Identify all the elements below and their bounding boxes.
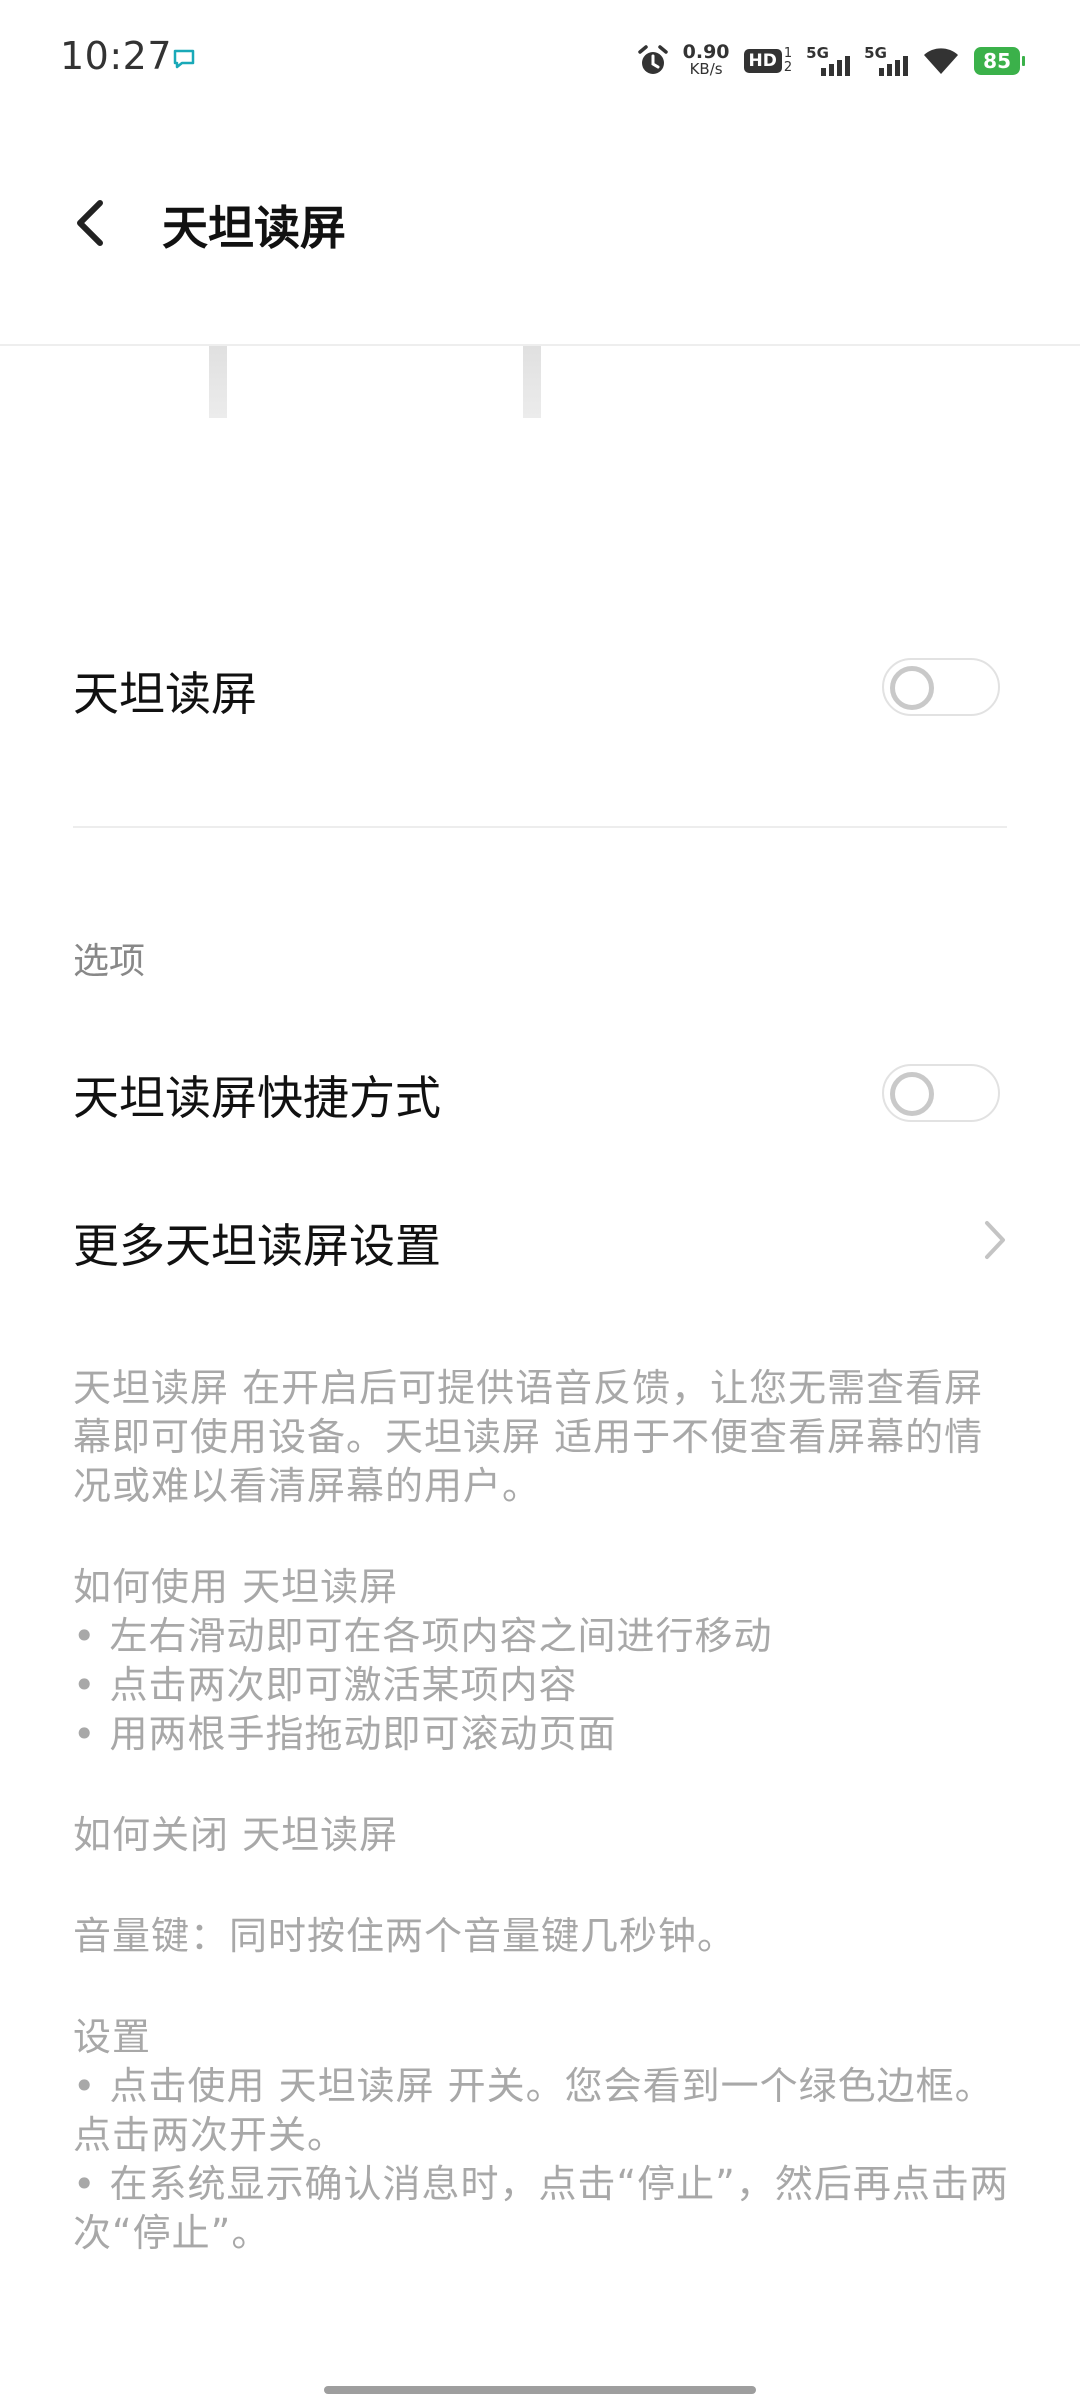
network-speed: 0.90 KB/s xyxy=(682,41,730,78)
illustration-edge-left xyxy=(209,346,227,418)
wifi-icon xyxy=(924,48,959,74)
home-indicator[interactable] xyxy=(324,2386,756,2394)
settings-item: • 在系统显示确认消息时，点击“停止”，然后再点击两次“停止”。 xyxy=(73,2162,1009,2255)
hd-sim-bottom: 2 xyxy=(783,60,793,75)
description-text: 天坦读屏 在开启后可提供语音反馈，让您无需查看屏幕即可使用设备。天坦读屏 适用于… xyxy=(73,1364,1013,2258)
illustration-edge-right xyxy=(523,346,541,418)
shortcut-switch[interactable] xyxy=(882,1064,1000,1122)
options-section-header: 选项 xyxy=(73,941,146,982)
network-speed-unit: KB/s xyxy=(689,60,723,78)
status-time: 10:27 xyxy=(60,34,173,78)
settings-title: 设置 xyxy=(73,2015,152,2059)
page-title: 天坦读屏 xyxy=(162,201,346,255)
volume-key-instruction: 音量键：同时按住两个音量键几秒钟。 xyxy=(73,1914,737,1958)
switch-knob xyxy=(890,1072,934,1116)
description-intro: 天坦读屏 在开启后可提供语音反馈，让您无需查看屏幕即可使用设备。天坦读屏 适用于… xyxy=(73,1366,984,1508)
hd-voice-badge: HD 1 2 xyxy=(743,46,793,75)
hd-sim-top: 1 xyxy=(783,46,793,61)
shortcut-toggle-row[interactable]: 天坦读屏快捷方式 xyxy=(0,1030,1080,1160)
more-settings-row[interactable]: 更多天坦读屏设置 xyxy=(0,1170,1080,1310)
battery-indicator: 85 xyxy=(974,47,1025,75)
status-icons: 0.90 KB/s HD 1 2 5G 5G 85 xyxy=(637,36,1025,86)
network-speed-value: 0.90 xyxy=(682,41,730,63)
alarm-icon xyxy=(637,45,668,74)
screen-reader-toggle-label: 天坦读屏 xyxy=(73,667,257,721)
section-divider xyxy=(73,826,1007,828)
how-to-close-title: 如何关闭 天坦读屏 xyxy=(73,1813,399,1857)
how-to-use-item: • 点击两次即可激活某项内容 xyxy=(73,1663,578,1707)
settings-item: • 点击使用 天坦读屏 开关。您会看到一个绿色边框。点击两次开关。 xyxy=(73,2064,994,2157)
back-arrow-icon xyxy=(77,200,103,246)
hd-label: HD xyxy=(743,49,782,73)
back-button[interactable] xyxy=(60,188,120,258)
message-notification-icon xyxy=(173,49,195,69)
more-settings-label: 更多天坦读屏设置 xyxy=(73,1219,441,1273)
how-to-use-item: • 左右滑动即可在各项内容之间进行移动 xyxy=(73,1614,773,1658)
screen-reader-toggle-row[interactable]: 天坦读屏 xyxy=(0,620,1080,760)
chevron-right-icon xyxy=(985,1221,1005,1259)
switch-knob xyxy=(890,666,934,710)
how-to-use-item: • 用两根手指拖动即可滚动页面 xyxy=(73,1712,617,1756)
sim1-signal-icon: 5G xyxy=(806,44,851,78)
screen-reader-switch[interactable] xyxy=(882,658,1000,716)
shortcut-label: 天坦读屏快捷方式 xyxy=(73,1071,441,1125)
how-to-use-title: 如何使用 天坦读屏 xyxy=(73,1565,399,1609)
sim2-signal-icon: 5G xyxy=(864,44,909,78)
